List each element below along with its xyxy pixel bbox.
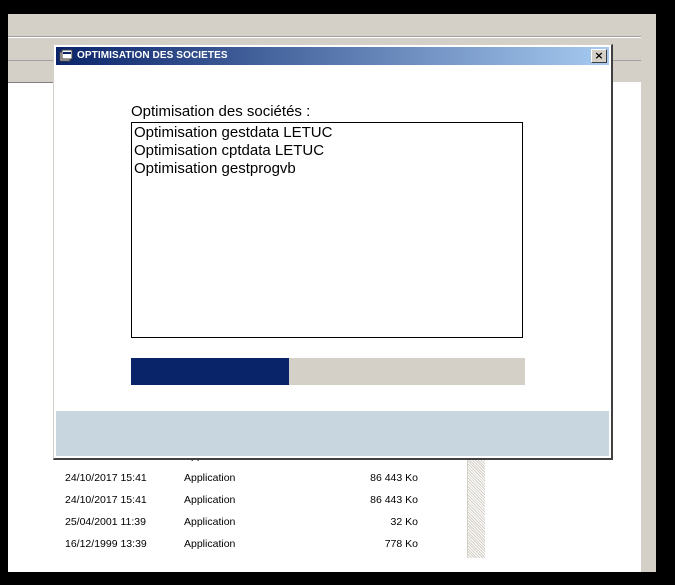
table-row[interactable]: 24/10/2017 15:41 Application 86 443 Ko	[46, 490, 466, 512]
list-item: Optimisation gestprogvb	[134, 160, 296, 177]
list-item: Optimisation cptdata LETUC	[134, 142, 325, 159]
close-button[interactable]: ×	[591, 49, 607, 63]
file-type: Application	[184, 472, 236, 484]
file-size: 32 Ko	[390, 516, 418, 528]
file-size: 86 443 Ko	[370, 472, 418, 484]
file-list: 31/03/2009 17:50 Application 88 Ko 24/10…	[46, 446, 466, 556]
dialog-title: OPTIMISATION DES SOCIETES	[77, 50, 228, 61]
list-scrollbar[interactable]	[467, 446, 485, 558]
table-row[interactable]: 25/04/2001 11:39 Application 32 Ko	[46, 512, 466, 534]
app-icon	[59, 49, 73, 63]
file-type: Application	[184, 494, 236, 506]
toolbar-divider	[8, 37, 656, 38]
file-date: 16/12/1999 13:39	[65, 538, 147, 550]
optimisation-dialog: OPTIMISATION DES SOCIETES × Optimisation…	[53, 44, 613, 460]
table-row[interactable]: 24/10/2017 15:41 Application 86 443 Ko	[46, 468, 466, 490]
file-size: 778 Ko	[384, 538, 418, 550]
background-scrollbar[interactable]	[641, 14, 656, 572]
progress-fill	[131, 358, 289, 385]
file-date: 24/10/2017 15:41	[65, 494, 147, 506]
log-listbox[interactable]: Optimisation gestdata LETUC Optimisation…	[131, 122, 523, 338]
section-label: Optimisation des sociétés :	[131, 103, 311, 120]
file-type: Application	[184, 538, 236, 550]
dialog-footer	[56, 411, 609, 456]
file-size: 86 443 Ko	[370, 494, 418, 506]
list-item: Optimisation gestdata LETUC	[134, 124, 333, 141]
close-icon: ×	[594, 49, 604, 62]
file-date: 25/04/2001 11:39	[65, 516, 146, 528]
progress-bar	[131, 358, 525, 385]
dialog-titlebar[interactable]: OPTIMISATION DES SOCIETES ×	[56, 47, 609, 65]
table-row[interactable]: 16/12/1999 13:39 Application 778 Ko	[46, 534, 466, 556]
pane-divider	[8, 82, 54, 83]
file-type: Application	[184, 516, 236, 528]
file-date: 24/10/2017 15:41	[65, 472, 147, 484]
